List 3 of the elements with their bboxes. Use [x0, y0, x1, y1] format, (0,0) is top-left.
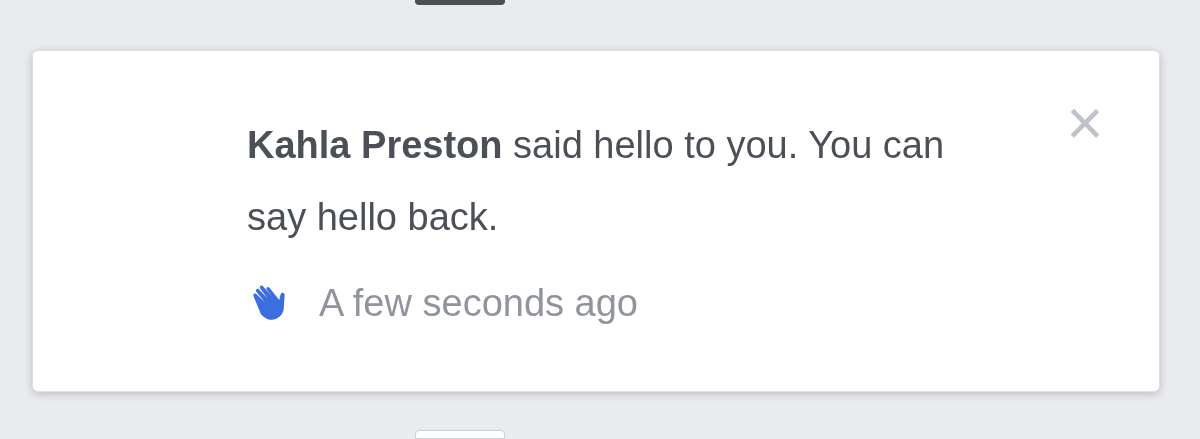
- close-button[interactable]: ×: [1057, 91, 1113, 155]
- notification-message: Kahla Preston said hello to you. You can say hello back.: [247, 123, 946, 240]
- timestamp: A few seconds ago: [319, 281, 638, 326]
